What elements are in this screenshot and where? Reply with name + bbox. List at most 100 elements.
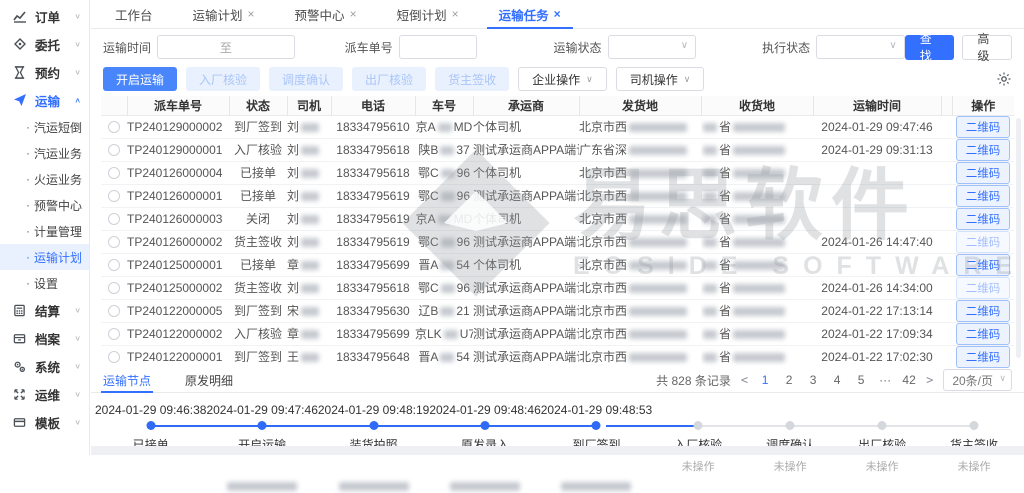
date-range-input[interactable]: 至 [157,35,295,59]
tab-alert-center[interactable]: 预警中心× [275,0,377,28]
sidebar-subitem[interactable]: · 运输计划 [0,244,89,270]
table-row[interactable]: TP240125000002 货主签收 刘 18334795618 鄂C96 测… [101,276,1014,299]
qr-code-button[interactable]: 二维码 [956,231,1011,253]
close-icon[interactable]: × [248,7,255,21]
page-number[interactable]: 5 [854,373,868,387]
table-row[interactable]: TP240122000005 到厂签到 宋 18334795630 辽B21 测… [101,299,1014,322]
sidebar-subitem[interactable]: · 预警中心 [0,192,89,218]
table-row[interactable]: TP240126000001 已接单 刘 18334795619 鄂C96 测试… [101,184,1014,207]
bottom-tab[interactable]: 原发明细 [185,369,233,392]
carrier-cell: 测试承运商APPA端认证... [473,138,579,161]
sidebar-subitem[interactable]: · 火运业务 [0,166,89,192]
sidebar-subitem[interactable]: · 汽运短倒 [0,114,89,140]
row-radio[interactable] [108,121,120,133]
status-cell: 到厂签到 [229,299,287,322]
row-radio[interactable] [108,144,120,156]
row-radio[interactable] [108,167,120,179]
sidebar-item-ops[interactable]: 运维 ∨ [0,380,89,408]
waybill-id-cell: TP240126000001 [127,184,229,207]
secondary-action-button[interactable]: 入厂核验 [186,67,260,91]
row-radio[interactable] [108,328,120,340]
redacted-text [339,482,409,491]
qr-code-button[interactable]: 二维码 [956,254,1011,276]
plate-cell: 辽B21 [415,299,473,322]
qr-code-button[interactable]: 二维码 [956,162,1011,184]
row-radio[interactable] [108,190,120,202]
secondary-action-button[interactable]: 调度确认 [269,67,343,91]
page-number[interactable]: 3 [806,373,820,387]
page-number[interactable]: 1 [758,373,772,387]
timeline-node-dot [146,421,155,430]
sidebar-item-template[interactable]: 模板 ∨ [0,408,89,436]
dropdown-action-button[interactable]: 企业操作∨ [518,67,607,91]
destination-cell: 省 [701,253,813,276]
row-radio[interactable] [108,259,120,271]
table-scrollbar[interactable] [1016,118,1021,358]
advanced-button[interactable]: 高级 [962,35,1012,60]
column-settings-gear-icon[interactable] [996,71,1012,87]
carrier-cell: 测试承运商APPA端认证... [473,276,579,299]
close-icon[interactable]: × [452,7,459,21]
table-row[interactable]: TP240122000001 到厂签到 王 18334795648 晋A54 测… [101,345,1014,368]
table-row[interactable]: TP240126000003 关闭 刘 18334795619 京AMD 个体司… [101,207,1014,230]
bottom-tab[interactable]: 运输节点 [103,369,151,392]
sidebar-item-settlement[interactable]: 结算 ∨ [0,296,89,324]
secondary-action-button[interactable]: 货主签收 [435,67,509,91]
plate-cell: 晋A54 [415,253,473,276]
sidebar-subitem[interactable]: · 计量管理 [0,218,89,244]
driver-cell: 王 [287,345,331,368]
table-row[interactable]: TP240126000002 货主签收 刘 18334795619 鄂C96 测… [101,230,1014,253]
qr-code-button[interactable]: 二维码 [956,185,1011,207]
sidebar-item-archive[interactable]: 档案 ∨ [0,324,89,352]
redacted-text [733,215,785,224]
row-radio[interactable] [108,305,120,317]
table-row[interactable]: TP240129000002 到厂签到 刘 18334795610 京AMD 个… [101,115,1014,138]
table-row[interactable]: TP240122000002 入厂核验 章 18334795699 京LKU7 … [101,322,1014,345]
sidebar-item-orders[interactable]: 订单 ∨ [0,2,89,30]
redacted-text [438,215,452,224]
table-row[interactable]: TP240129000001 入厂核验 刘 18334795618 陕B37 测… [101,138,1014,161]
page-number[interactable]: 42 [902,373,916,387]
qr-code-button[interactable]: 二维码 [956,116,1011,138]
tab-transport-plan[interactable]: 运输计划× [173,0,275,28]
page-size-select[interactable]: 20条/页∨ [943,369,1012,391]
next-page-icon[interactable]: > [926,373,933,387]
tab-transport-task[interactable]: 运输任务× [479,0,581,28]
tab-workbench[interactable]: 工作台 [95,0,173,28]
qr-code-button[interactable]: 二维码 [956,139,1011,161]
sidebar-item-system[interactable]: 系统 ∨ [0,352,89,380]
transport-time-cell: 2024-01-26 14:34:00 [813,276,941,299]
row-radio[interactable] [108,236,120,248]
secondary-action-button[interactable]: 出厂核验 [352,67,426,91]
dropdown-action-button[interactable]: 司机操作∨ [616,67,705,91]
qr-code-button[interactable]: 二维码 [956,346,1011,368]
waybill-input[interactable] [399,35,478,59]
redacted-text [301,169,319,178]
search-button[interactable]: 查找 [905,35,955,60]
row-radio[interactable] [108,213,120,225]
table-row[interactable]: TP240125000001 已接单 章 18334795699 晋A54 个体… [101,253,1014,276]
sidebar-subitem[interactable]: · 设置 [0,270,89,296]
prev-page-icon[interactable]: < [741,373,748,387]
close-icon[interactable]: × [350,7,357,21]
table-row[interactable]: TP240126000004 已接单 刘 18334795618 鄂C96 个体… [101,161,1014,184]
sidebar-subitem[interactable]: · 汽运业务 [0,140,89,166]
qr-code-button[interactable]: 二维码 [956,208,1011,230]
close-icon[interactable]: × [554,7,561,21]
page-number[interactable]: 4 [830,373,844,387]
qr-code-button[interactable]: 二维码 [956,277,1011,299]
tab-short-haul-plan[interactable]: 短倒计划× [377,0,479,28]
row-radio[interactable] [108,282,120,294]
qr-code-button[interactable]: 二维码 [956,323,1011,345]
row-radio[interactable] [108,351,120,363]
tab-bar: 工作台 运输计划× 预警中心× 短倒计划× 运输任务× [91,0,1024,29]
sidebar-item-delegate[interactable]: 委托 ∨ [0,30,89,58]
exec-status-select[interactable]: ∨ [816,35,905,59]
sidebar-item-transport[interactable]: 运输 ∧ [0,86,89,114]
page-number[interactable]: ··· [878,373,892,387]
page-number[interactable]: 2 [782,373,796,387]
qr-code-button[interactable]: 二维码 [956,300,1011,322]
start-transport-button[interactable]: 开启运输 [103,67,177,91]
sidebar-item-appointment[interactable]: 预约 ∨ [0,58,89,86]
transport-status-select[interactable]: ∨ [608,35,697,59]
